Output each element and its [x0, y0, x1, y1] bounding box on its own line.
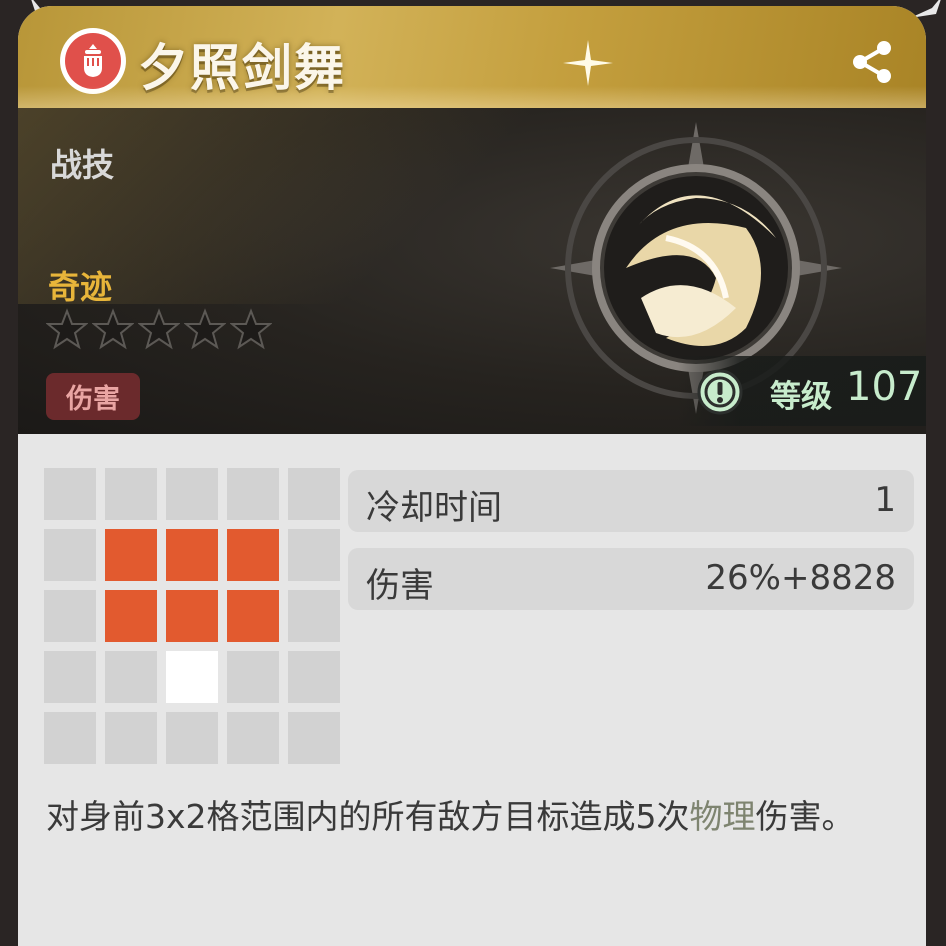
description-text-end: 伤害。 [755, 797, 855, 836]
range-cell-empty [288, 651, 340, 703]
range-cell-empty [105, 651, 157, 703]
level-indicator: 等级 107 [678, 356, 926, 426]
range-cell-hit [227, 590, 279, 642]
sparkle-icon [563, 40, 613, 86]
skill-title: 夕照剑舞 [138, 39, 346, 97]
range-cell-empty [44, 712, 96, 764]
skill-hero-panel: 战技 奇迹 伤害 等级 107 [18, 108, 926, 434]
range-cell-empty [227, 712, 279, 764]
star-outline-icon [92, 308, 134, 350]
stat-label: 伤害 [366, 566, 434, 606]
range-cell-hit [105, 590, 157, 642]
range-cell-empty [44, 468, 96, 520]
range-cell-hit [166, 529, 218, 581]
star-outline-icon [184, 308, 226, 350]
level-value: 107 [846, 364, 923, 410]
fist-emblem-icon [60, 28, 126, 94]
range-cell-empty [288, 468, 340, 520]
skill-description: 对身前3x2格范围内的所有敌方目标造成5次物理伤害。 [46, 790, 922, 844]
range-cell-hit [166, 590, 218, 642]
range-cell-empty [105, 712, 157, 764]
range-cell-empty [227, 468, 279, 520]
description-text: 对身前3x2格范围内的所有敌方目标造成5次 [46, 797, 690, 836]
skill-type-label: 战技 [50, 146, 115, 184]
range-cell-self [166, 651, 218, 703]
range-cell-empty [44, 651, 96, 703]
damage-tag: 伤害 [46, 373, 140, 420]
range-cell-empty [288, 529, 340, 581]
star-outline-icon [230, 308, 272, 350]
title-bar: 夕照剑舞 [18, 6, 926, 108]
range-cell-hit [105, 529, 157, 581]
share-icon[interactable] [848, 38, 896, 86]
skill-card: 夕照剑舞 战技 奇迹 伤害 等级 107 冷却时间 1 伤害 26%+8828 … [18, 6, 926, 946]
description-highlight: 物理 [689, 797, 756, 836]
stat-row-cooldown: 冷却时间 1 [348, 470, 914, 532]
range-cell-empty [166, 712, 218, 764]
level-label: 等级 [770, 379, 832, 415]
star-rating [46, 308, 272, 350]
range-cell-empty [44, 529, 96, 581]
range-cell-hit [227, 529, 279, 581]
star-outline-icon [46, 308, 88, 350]
stat-row-damage: 伤害 26%+8828 [348, 548, 914, 610]
attack-range-grid [44, 468, 340, 764]
range-cell-empty [288, 712, 340, 764]
range-cell-empty [44, 590, 96, 642]
range-cell-empty [105, 468, 157, 520]
stat-value: 26%+8828 [705, 558, 896, 598]
rarity-label: 奇迹 [48, 268, 113, 306]
exclamation-icon [697, 369, 743, 415]
range-cell-empty [288, 590, 340, 642]
range-cell-empty [166, 468, 218, 520]
range-cell-empty [227, 651, 279, 703]
stat-value: 1 [874, 480, 896, 520]
star-outline-icon [138, 308, 180, 350]
stat-label: 冷却时间 [366, 488, 502, 528]
